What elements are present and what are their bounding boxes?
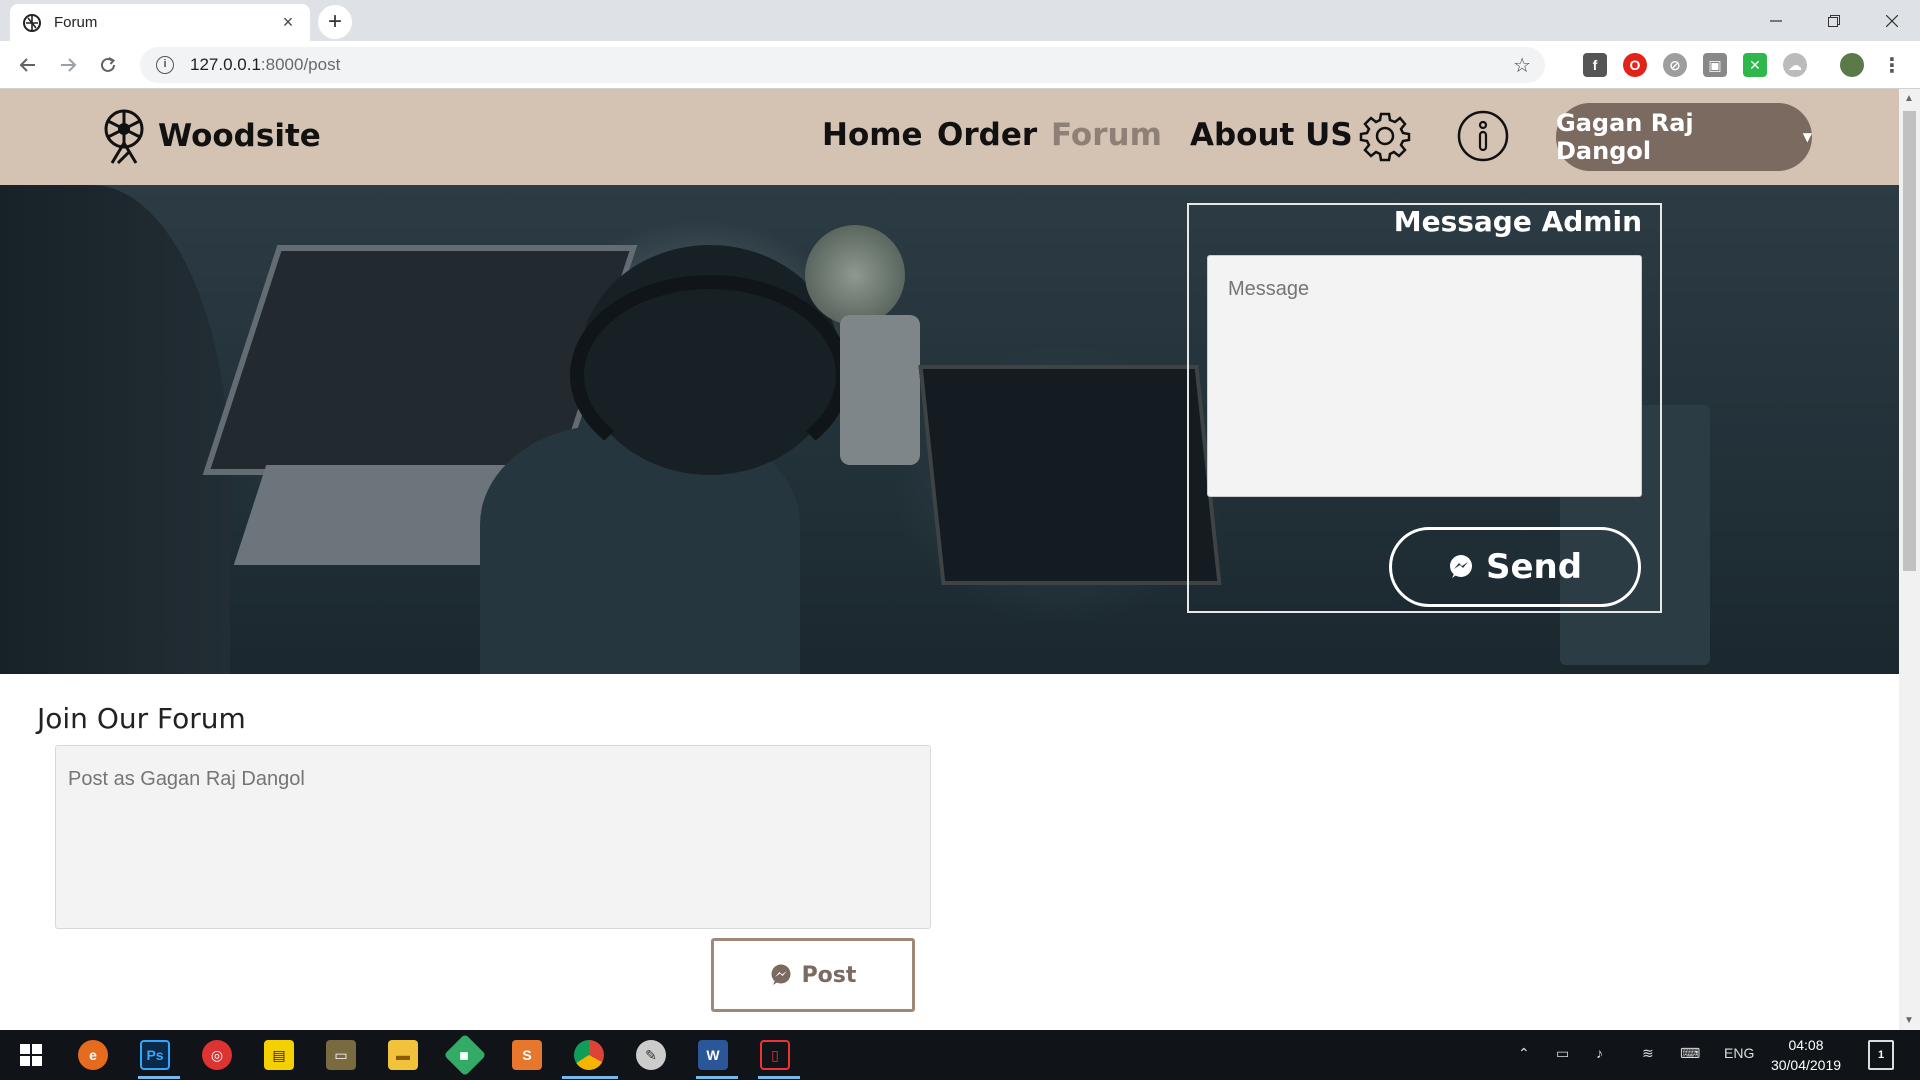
app-pink-active-indicator: [758, 1076, 800, 1079]
sticky-notes-taskbar-icon[interactable]: ▤: [264, 1040, 294, 1070]
lock-extension-icon[interactable]: ▣: [1703, 53, 1727, 77]
taskbar-clock[interactable]: 04:08 30/04/2019: [1766, 1035, 1846, 1075]
site-favicon-icon: [23, 13, 41, 32]
url-path: :8000/post: [260, 55, 341, 74]
keyboard-icon[interactable]: ⌨: [1680, 1045, 1700, 1062]
brand-logo[interactable]: Woodsite: [98, 107, 321, 165]
photoshop-taskbar-icon[interactable]: Ps: [140, 1040, 170, 1070]
notification-center-icon[interactable]: 1: [1868, 1040, 1894, 1070]
clock-date: 30/04/2019: [1770, 1057, 1842, 1073]
volume-icon[interactable]: ♪: [1596, 1045, 1603, 1061]
reload-icon[interactable]: [92, 49, 124, 81]
grey-extension-icon[interactable]: ⊘: [1663, 53, 1687, 77]
scroll-up-icon[interactable]: ▲: [1904, 93, 1914, 104]
address-bar: i 127.0.0.1:8000/post ☆ f O ⊘ ▣ ✕ ☁ ⋮: [0, 41, 1920, 89]
tray-chevron-up-icon[interactable]: ⌃: [1518, 1045, 1530, 1062]
profile-avatar[interactable]: [1840, 53, 1864, 77]
settings-gear-icon[interactable]: [1358, 109, 1412, 163]
notes-taskbar-icon[interactable]: ▭: [326, 1040, 356, 1070]
user-name: Gagan Raj Dangol: [1556, 109, 1694, 165]
word-taskbar-icon[interactable]: W: [698, 1040, 728, 1070]
forum-title: Join Our Forum: [37, 702, 246, 735]
git-taskbar-icon[interactable]: ◆: [443, 1033, 487, 1077]
chrome-taskbar-icon[interactable]: [574, 1040, 604, 1070]
send-label: Send: [1485, 547, 1583, 587]
post-textarea[interactable]: [55, 745, 931, 929]
hero-banner: Message Admin Send: [0, 185, 1899, 674]
messenger-icon: [771, 964, 791, 985]
paint-taskbar-icon[interactable]: ✎: [636, 1040, 666, 1070]
tab-title: Forum: [54, 14, 98, 31]
app-red-taskbar-icon[interactable]: ◎: [202, 1040, 232, 1070]
message-admin-panel: Message Admin Send: [1187, 203, 1662, 613]
cloud-extension-icon[interactable]: ☁: [1783, 53, 1807, 77]
site-header: Woodsite Home Order Forum About US Gagan…: [0, 89, 1899, 185]
browser-tab[interactable]: Forum ×: [10, 4, 310, 41]
user-menu-button[interactable]: Gagan Raj Dangol ▼: [1556, 103, 1812, 171]
app-pink-taskbar-icon[interactable]: ▯: [760, 1040, 790, 1070]
nav-about-link[interactable]: About US: [1190, 117, 1353, 153]
nav-forum-link[interactable]: Forum: [1051, 117, 1162, 153]
nav-home-link[interactable]: Home: [822, 117, 923, 153]
battery-icon[interactable]: ▭: [1556, 1045, 1569, 1062]
clock-time: 04:08: [1788, 1037, 1824, 1053]
post-button[interactable]: Post: [711, 938, 915, 1012]
new-tab-button[interactable]: +: [318, 5, 352, 39]
sublime-taskbar-icon[interactable]: S: [512, 1040, 542, 1070]
info-circle-icon[interactable]: [1456, 109, 1510, 163]
woodsite-logo-icon: [104, 109, 144, 165]
opera-extension-icon[interactable]: O: [1623, 53, 1647, 77]
notification-count: 1: [1877, 1049, 1885, 1061]
windows-taskbar: e Ps ◎ ▤ ▭ ▬ ◆ S ✎ W ▯ ⌃ ▭ ♪ ≋ ⌨ ENG 04:…: [0, 1030, 1920, 1080]
scroll-down-icon[interactable]: ▼: [1904, 1015, 1914, 1026]
site-info-icon[interactable]: i: [156, 56, 174, 74]
post-label: Post: [801, 962, 857, 988]
restore-icon[interactable]: [1806, 0, 1862, 41]
message-admin-title: Message Admin: [1393, 205, 1642, 238]
message-textarea[interactable]: [1207, 255, 1642, 497]
green-extension-icon[interactable]: ✕: [1743, 53, 1767, 77]
chrome-active-indicator: [562, 1076, 618, 1079]
nav-order-link[interactable]: Order: [937, 117, 1037, 153]
file-explorer-taskbar-icon[interactable]: ▬: [388, 1040, 418, 1070]
messenger-icon: [1449, 555, 1472, 578]
word-active-indicator: [696, 1076, 738, 1079]
edge-taskbar-icon[interactable]: e: [78, 1040, 108, 1070]
browser-tab-bar: Forum × +: [0, 0, 1920, 41]
url-input[interactable]: i 127.0.0.1:8000/post ☆: [140, 47, 1545, 83]
windows-start-icon[interactable]: [16, 1040, 46, 1070]
wifi-icon[interactable]: ≋: [1642, 1045, 1654, 1062]
minimize-icon[interactable]: [1748, 0, 1804, 41]
close-window-icon[interactable]: [1864, 0, 1920, 41]
menu-dots-icon[interactable]: ⋮: [1880, 53, 1904, 77]
language-indicator[interactable]: ENG: [1724, 1045, 1754, 1061]
facebook-extension-icon[interactable]: f: [1583, 53, 1607, 77]
bookmark-star-icon[interactable]: ☆: [1513, 53, 1531, 78]
back-icon[interactable]: [12, 49, 44, 81]
brand-name: Woodsite: [158, 118, 321, 154]
scrollbar-thumb[interactable]: [1903, 111, 1916, 571]
page-scrollbar[interactable]: ▲ ▼: [1899, 89, 1920, 1030]
send-button[interactable]: Send: [1389, 527, 1641, 607]
tab-close-icon[interactable]: ×: [278, 12, 298, 33]
url-host: 127.0.0.1: [190, 55, 261, 74]
photoshop-active-indicator: [138, 1076, 180, 1079]
forward-icon[interactable]: [52, 49, 84, 81]
caret-down-icon: ▼: [1802, 130, 1812, 144]
